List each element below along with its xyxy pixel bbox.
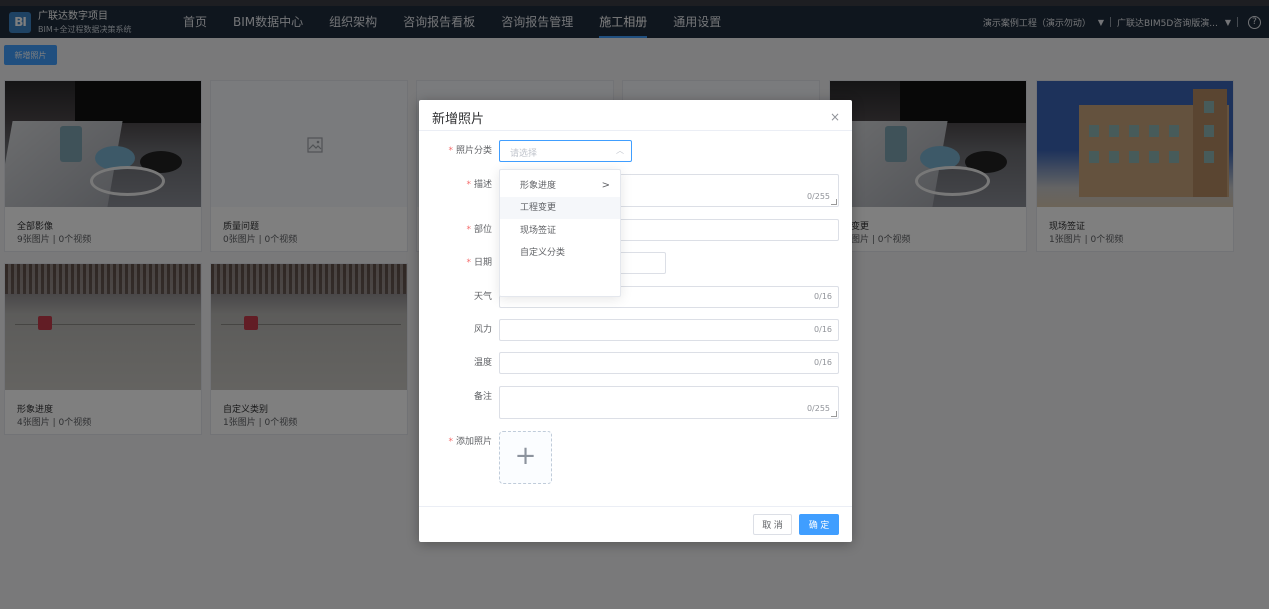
confirm-button[interactable]: 确 定 [799, 514, 839, 535]
wind-input[interactable]: 0/16 [499, 319, 839, 341]
location-row: * 部位 [419, 219, 852, 241]
divider [419, 130, 852, 131]
char-count: 0/16 [814, 325, 832, 334]
desc-row: * 描述 0/255 [419, 174, 852, 207]
field-label: 备注 [473, 392, 492, 402]
divider [419, 506, 852, 507]
resize-handle[interactable] [831, 199, 837, 205]
wind-row: 风力 0/16 [419, 319, 852, 341]
temp-row: 温度 0/16 [419, 352, 852, 374]
add-photo-dialog: 新增照片 × * 照片分类 请选择 ︿ * 描述 0/255 * 部位 * 日期 天气 … [419, 100, 852, 542]
temperature-input[interactable]: 0/16 [499, 352, 839, 374]
photo-row: * 添加照片 + [419, 431, 852, 484]
category-select[interactable]: 请选择 ︿ [499, 140, 632, 162]
remark-textarea[interactable]: 0/255 [499, 386, 839, 419]
date-row: * 日期 [419, 252, 852, 274]
char-count: 0/16 [814, 358, 832, 367]
category-row: * 照片分类 请选择 ︿ [419, 140, 852, 162]
char-count: 0/16 [814, 292, 832, 301]
field-label: * 添加照片 [448, 437, 492, 447]
field-label: * 部位 [466, 225, 492, 235]
dialog-title: 新增照片 [432, 112, 485, 127]
char-count: 0/255 [806, 192, 830, 201]
field-label: * 描述 [466, 180, 492, 190]
chevron-up-icon: ︿ [616, 146, 624, 155]
field-label: 风力 [473, 325, 492, 335]
select-placeholder: 请选择 [510, 149, 538, 159]
field-label: 天气 [473, 292, 492, 302]
field-label: * 照片分类 [448, 146, 492, 156]
upload-plus-icon[interactable]: + [499, 431, 552, 484]
weather-row: 天气 0/16 [419, 286, 852, 308]
resize-handle[interactable] [831, 411, 837, 417]
field-label: * 日期 [466, 258, 492, 268]
chevron-right-icon: > [601, 180, 610, 191]
close-icon[interactable]: × [830, 110, 840, 124]
remark-row: 备注 0/255 [419, 386, 852, 419]
dropdown-item-visa[interactable]: 现场签证 [500, 220, 620, 242]
char-count: 0/255 [806, 404, 830, 413]
category-dropdown: 形象进度 > 工程变更 现场签证 自定义分类 [499, 169, 621, 297]
dropdown-item-change[interactable]: 工程变更 [500, 197, 620, 219]
field-label: 温度 [473, 358, 492, 368]
dropdown-item-custom[interactable]: 自定义分类 [500, 242, 620, 264]
dropdown-item-progress[interactable]: 形象进度 > [500, 175, 620, 197]
cancel-button[interactable]: 取 消 [753, 514, 792, 535]
